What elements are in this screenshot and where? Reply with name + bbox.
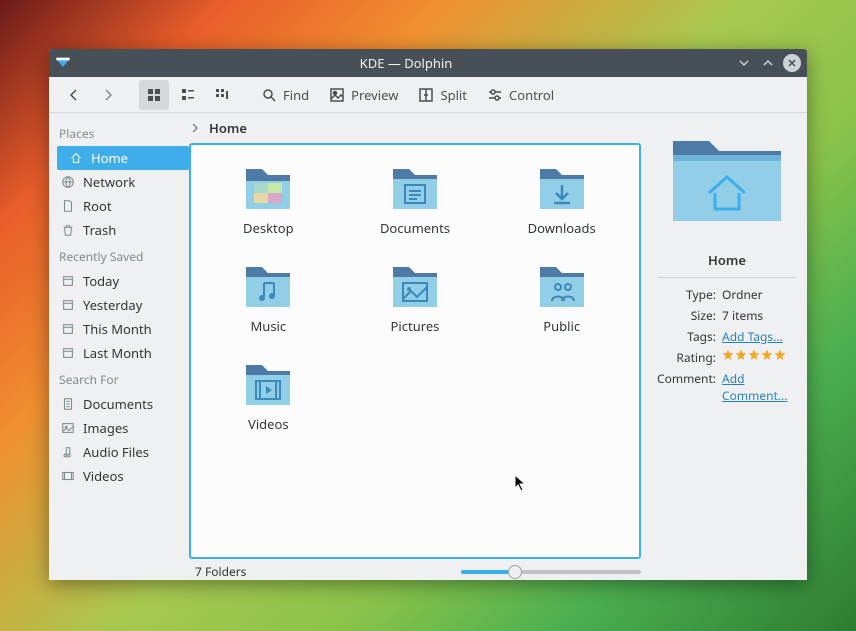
forward-button[interactable] bbox=[93, 80, 123, 110]
folder-public[interactable]: Public bbox=[502, 255, 622, 335]
sidebar-item-label: Last Month bbox=[83, 344, 152, 362]
info-type-label: Type: bbox=[657, 286, 716, 303]
app-icon bbox=[55, 55, 71, 71]
sidebar-item-label: Trash bbox=[83, 221, 116, 239]
folder-label: Music bbox=[251, 317, 287, 335]
find-label: Find bbox=[283, 86, 309, 104]
sidebar-item-yesterday[interactable]: Yesterday bbox=[49, 293, 189, 317]
find-button[interactable]: Find bbox=[253, 80, 317, 110]
split-label: Split bbox=[440, 86, 467, 104]
folder-label: Videos bbox=[248, 415, 289, 433]
recent-header: Recently Saved bbox=[49, 242, 189, 269]
sidebar-item-videos[interactable]: Videos bbox=[49, 464, 189, 488]
sidebar-item-today[interactable]: Today bbox=[49, 269, 189, 293]
folder-label: Documents bbox=[380, 219, 450, 237]
folder-icon bbox=[240, 353, 296, 409]
sidebar-item-documents[interactable]: Documents bbox=[49, 392, 189, 416]
main: Home Desktop Documents Downloads Music Pictu… bbox=[189, 113, 647, 580]
info-tags-label: Tags: bbox=[657, 328, 716, 345]
control-button[interactable]: Control bbox=[479, 80, 562, 110]
sidebar-item-label: Videos bbox=[83, 467, 124, 485]
view-icons-button[interactable] bbox=[139, 80, 169, 110]
folder-icon bbox=[534, 157, 590, 213]
info-name: Home bbox=[708, 251, 746, 269]
folder-documents[interactable]: Documents bbox=[355, 157, 475, 237]
folder-label: Downloads bbox=[528, 219, 596, 237]
info-comment-label: Comment: bbox=[657, 370, 716, 404]
preview-button[interactable]: Preview bbox=[321, 80, 406, 110]
folder-pictures[interactable]: Pictures bbox=[355, 255, 475, 335]
info-size: 7 items bbox=[722, 307, 797, 324]
titlebar[interactable]: KDE — Dolphin bbox=[49, 49, 807, 77]
sidebar-item-label: Images bbox=[83, 419, 128, 437]
preview-label: Preview bbox=[351, 86, 398, 104]
sidebar-item-label: Audio Files bbox=[83, 443, 149, 461]
folder-music[interactable]: Music bbox=[208, 255, 328, 335]
back-button[interactable] bbox=[59, 80, 89, 110]
status-text: 7 Folders bbox=[195, 563, 451, 580]
control-label: Control bbox=[509, 86, 554, 104]
close-button[interactable] bbox=[783, 54, 801, 72]
sidebar-item-images[interactable]: Images bbox=[49, 416, 189, 440]
view-compact-button[interactable] bbox=[173, 80, 203, 110]
folder-icon bbox=[534, 255, 590, 311]
toolbar: Find Preview Split Control bbox=[49, 77, 807, 113]
minimize-button[interactable] bbox=[735, 54, 753, 72]
sidebar-item-root[interactable]: Root bbox=[49, 194, 189, 218]
places-header: Places bbox=[49, 119, 189, 146]
folder-icon bbox=[387, 157, 443, 213]
info-type: Ordner bbox=[722, 286, 797, 303]
body: Places Home Network Root Trash Recently … bbox=[49, 113, 807, 580]
sidebar-item-home[interactable]: Home bbox=[57, 146, 189, 170]
breadcrumb[interactable]: Home bbox=[189, 113, 647, 143]
sidebar-item-trash[interactable]: Trash bbox=[49, 218, 189, 242]
sidebar-item-audio[interactable]: Audio Files bbox=[49, 440, 189, 464]
folder-large-icon bbox=[667, 127, 787, 227]
folder-label: Desktop bbox=[243, 219, 294, 237]
folder-downloads[interactable]: Downloads bbox=[502, 157, 622, 237]
sidebar-item-label: Home bbox=[91, 149, 128, 167]
zoom-handle[interactable] bbox=[508, 565, 522, 579]
folder-label: Public bbox=[543, 317, 580, 335]
sidebar-item-label: Today bbox=[83, 272, 119, 290]
search-header: Search For bbox=[49, 365, 189, 392]
sidebar-item-last-month[interactable]: Last Month bbox=[49, 341, 189, 365]
sidebar-item-network[interactable]: Network bbox=[49, 170, 189, 194]
zoom-slider[interactable] bbox=[461, 570, 641, 574]
statusbar: 7 Folders bbox=[189, 559, 647, 580]
sidebar-item-label: Documents bbox=[83, 395, 153, 413]
folder-icon bbox=[387, 255, 443, 311]
info-panel: Home Type: Ordner Size: 7 items Tags: Ad… bbox=[647, 113, 807, 580]
sidebar-item-label: Network bbox=[83, 173, 135, 191]
folder-icon bbox=[240, 255, 296, 311]
split-button[interactable]: Split bbox=[410, 80, 475, 110]
folder-videos[interactable]: Videos bbox=[208, 353, 328, 433]
sidebar-item-label: Root bbox=[83, 197, 112, 215]
info-rating-label: Rating: bbox=[657, 349, 716, 366]
folder-icon bbox=[240, 157, 296, 213]
sidebar-item-label: This Month bbox=[83, 320, 152, 338]
folder-view[interactable]: Desktop Documents Downloads Music Pictures Pu… bbox=[189, 143, 641, 559]
sidebar-item-this-month[interactable]: This Month bbox=[49, 317, 189, 341]
folder-desktop[interactable]: Desktop bbox=[208, 157, 328, 237]
breadcrumb-current[interactable]: Home bbox=[209, 119, 247, 137]
add-tags-link[interactable]: Add Tags... bbox=[722, 328, 783, 345]
sidebar: Places Home Network Root Trash Recently … bbox=[49, 113, 189, 580]
window-title: KDE — Dolphin bbox=[77, 54, 735, 72]
view-details-button[interactable] bbox=[207, 80, 237, 110]
sidebar-item-label: Yesterday bbox=[83, 296, 142, 314]
rating-stars[interactable] bbox=[722, 349, 797, 361]
maximize-button[interactable] bbox=[759, 54, 777, 72]
info-size-label: Size: bbox=[657, 307, 716, 324]
titlebar-buttons bbox=[735, 54, 801, 72]
dolphin-window: KDE — Dolphin Find Preview Split Control… bbox=[49, 49, 807, 580]
folder-label: Pictures bbox=[391, 317, 440, 335]
chevron-right-icon bbox=[189, 122, 201, 134]
add-comment-link[interactable]: Add Comment... bbox=[722, 370, 787, 404]
